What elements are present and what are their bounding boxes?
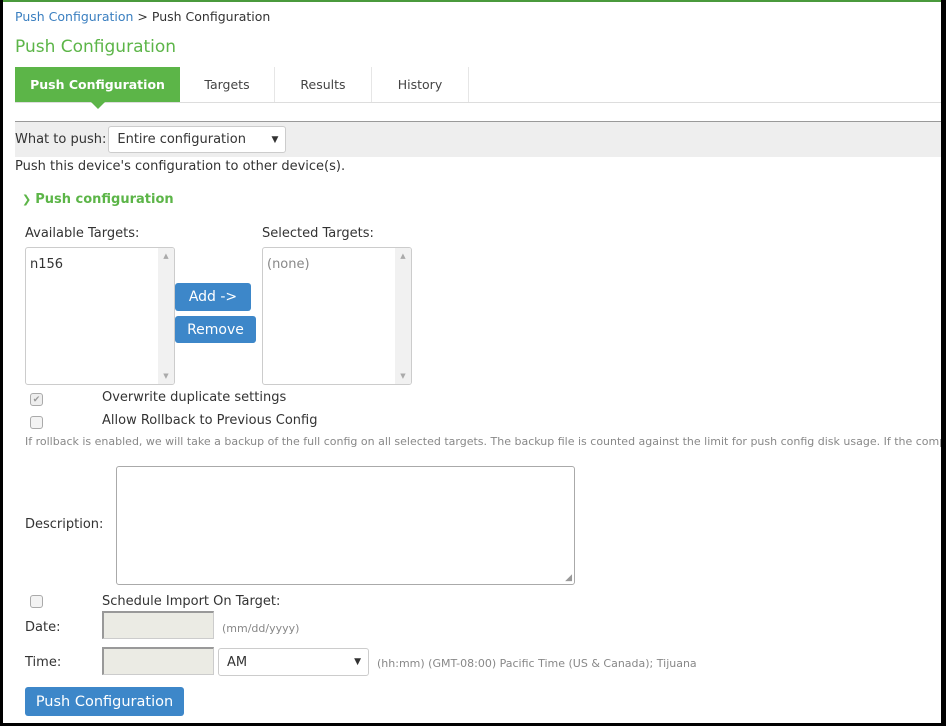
push-configuration-button[interactable]: Push Configuration (25, 687, 184, 716)
breadcrumb-separator: > (137, 9, 148, 24)
selected-targets-list[interactable]: (none) ▲ ▼ (262, 247, 412, 385)
scrollbar[interactable]: ▲ ▼ (158, 248, 174, 384)
rollback-note: If rollback is enabled, we will take a b… (25, 435, 941, 448)
time-input[interactable] (102, 647, 214, 675)
chevron-down-icon: ❯ (22, 193, 32, 206)
schedule-import-checkbox[interactable] (30, 595, 43, 608)
push-configuration-section-toggle[interactable]: ❯ Push configuration (22, 192, 174, 207)
allow-rollback-checkbox[interactable] (30, 416, 43, 429)
page-frame: Push Configuration > Push Configuration Pu… (3, 0, 941, 723)
scroll-up-icon[interactable]: ▲ (395, 252, 411, 260)
description-textarea[interactable]: ◢ (116, 466, 575, 585)
selected-targets-placeholder: (none) (267, 257, 310, 272)
dropdown-arrow-icon: ▼ (271, 134, 279, 145)
schedule-import-label: Schedule Import On Target: (102, 594, 281, 609)
breadcrumb-link-parent[interactable]: Push Configuration (15, 9, 133, 24)
date-label: Date: (25, 620, 61, 635)
description-label: Description: (25, 517, 104, 532)
list-item[interactable]: n156 (30, 257, 63, 272)
what-to-push-label: What to push: (15, 132, 107, 147)
scroll-down-icon[interactable]: ▼ (395, 372, 411, 380)
scroll-down-icon[interactable]: ▼ (158, 372, 174, 380)
scrollbar[interactable]: ▲ ▼ (395, 248, 411, 384)
resize-grip-icon[interactable]: ◢ (565, 573, 572, 583)
what-to-push-bar: What to push: Entire configuration ▼ (15, 121, 941, 157)
selected-targets-label: Selected Targets: (262, 226, 374, 241)
tab-targets[interactable]: Targets (180, 67, 275, 102)
scroll-up-icon[interactable]: ▲ (158, 252, 174, 260)
tab-history[interactable]: History (372, 67, 469, 102)
dropdown-arrow-icon: ▼ (354, 657, 361, 667)
date-input[interactable] (102, 611, 214, 639)
intro-text: Push this device's configuration to othe… (15, 159, 346, 174)
allow-rollback-label: Allow Rollback to Previous Config (102, 413, 318, 428)
breadcrumb: Push Configuration > Push Configuration (15, 9, 270, 24)
what-to-push-value: Entire configuration (117, 132, 246, 147)
page-title: Push Configuration (15, 37, 177, 57)
available-targets-label: Available Targets: (25, 226, 140, 241)
overwrite-duplicate-label: Overwrite duplicate settings (102, 390, 287, 405)
checkmark-icon: ✔ (32, 394, 41, 405)
tab-push-configuration[interactable]: Push Configuration (15, 67, 180, 109)
overwrite-duplicate-checkbox[interactable]: ✔ (30, 393, 43, 406)
ampm-select[interactable]: AM ▼ (218, 648, 369, 676)
add-target-button[interactable]: Add -> (175, 283, 251, 311)
available-targets-list[interactable]: n156 ▲ ▼ (25, 247, 175, 385)
tab-results[interactable]: Results (275, 67, 372, 102)
breadcrumb-current: Push Configuration (151, 9, 271, 24)
remove-target-button[interactable]: Remove (175, 316, 256, 343)
section-title: Push configuration (35, 192, 174, 207)
tab-bar: Push Configuration Targets Results Histo… (15, 67, 941, 109)
time-label: Time: (25, 655, 62, 670)
ampm-value: AM (227, 654, 248, 670)
what-to-push-select[interactable]: Entire configuration ▼ (108, 126, 287, 153)
time-format-hint: (hh:mm) (GMT-08:00) Pacific Time (US & C… (377, 657, 697, 670)
date-format-hint: (mm/dd/yyyy) (222, 622, 300, 635)
